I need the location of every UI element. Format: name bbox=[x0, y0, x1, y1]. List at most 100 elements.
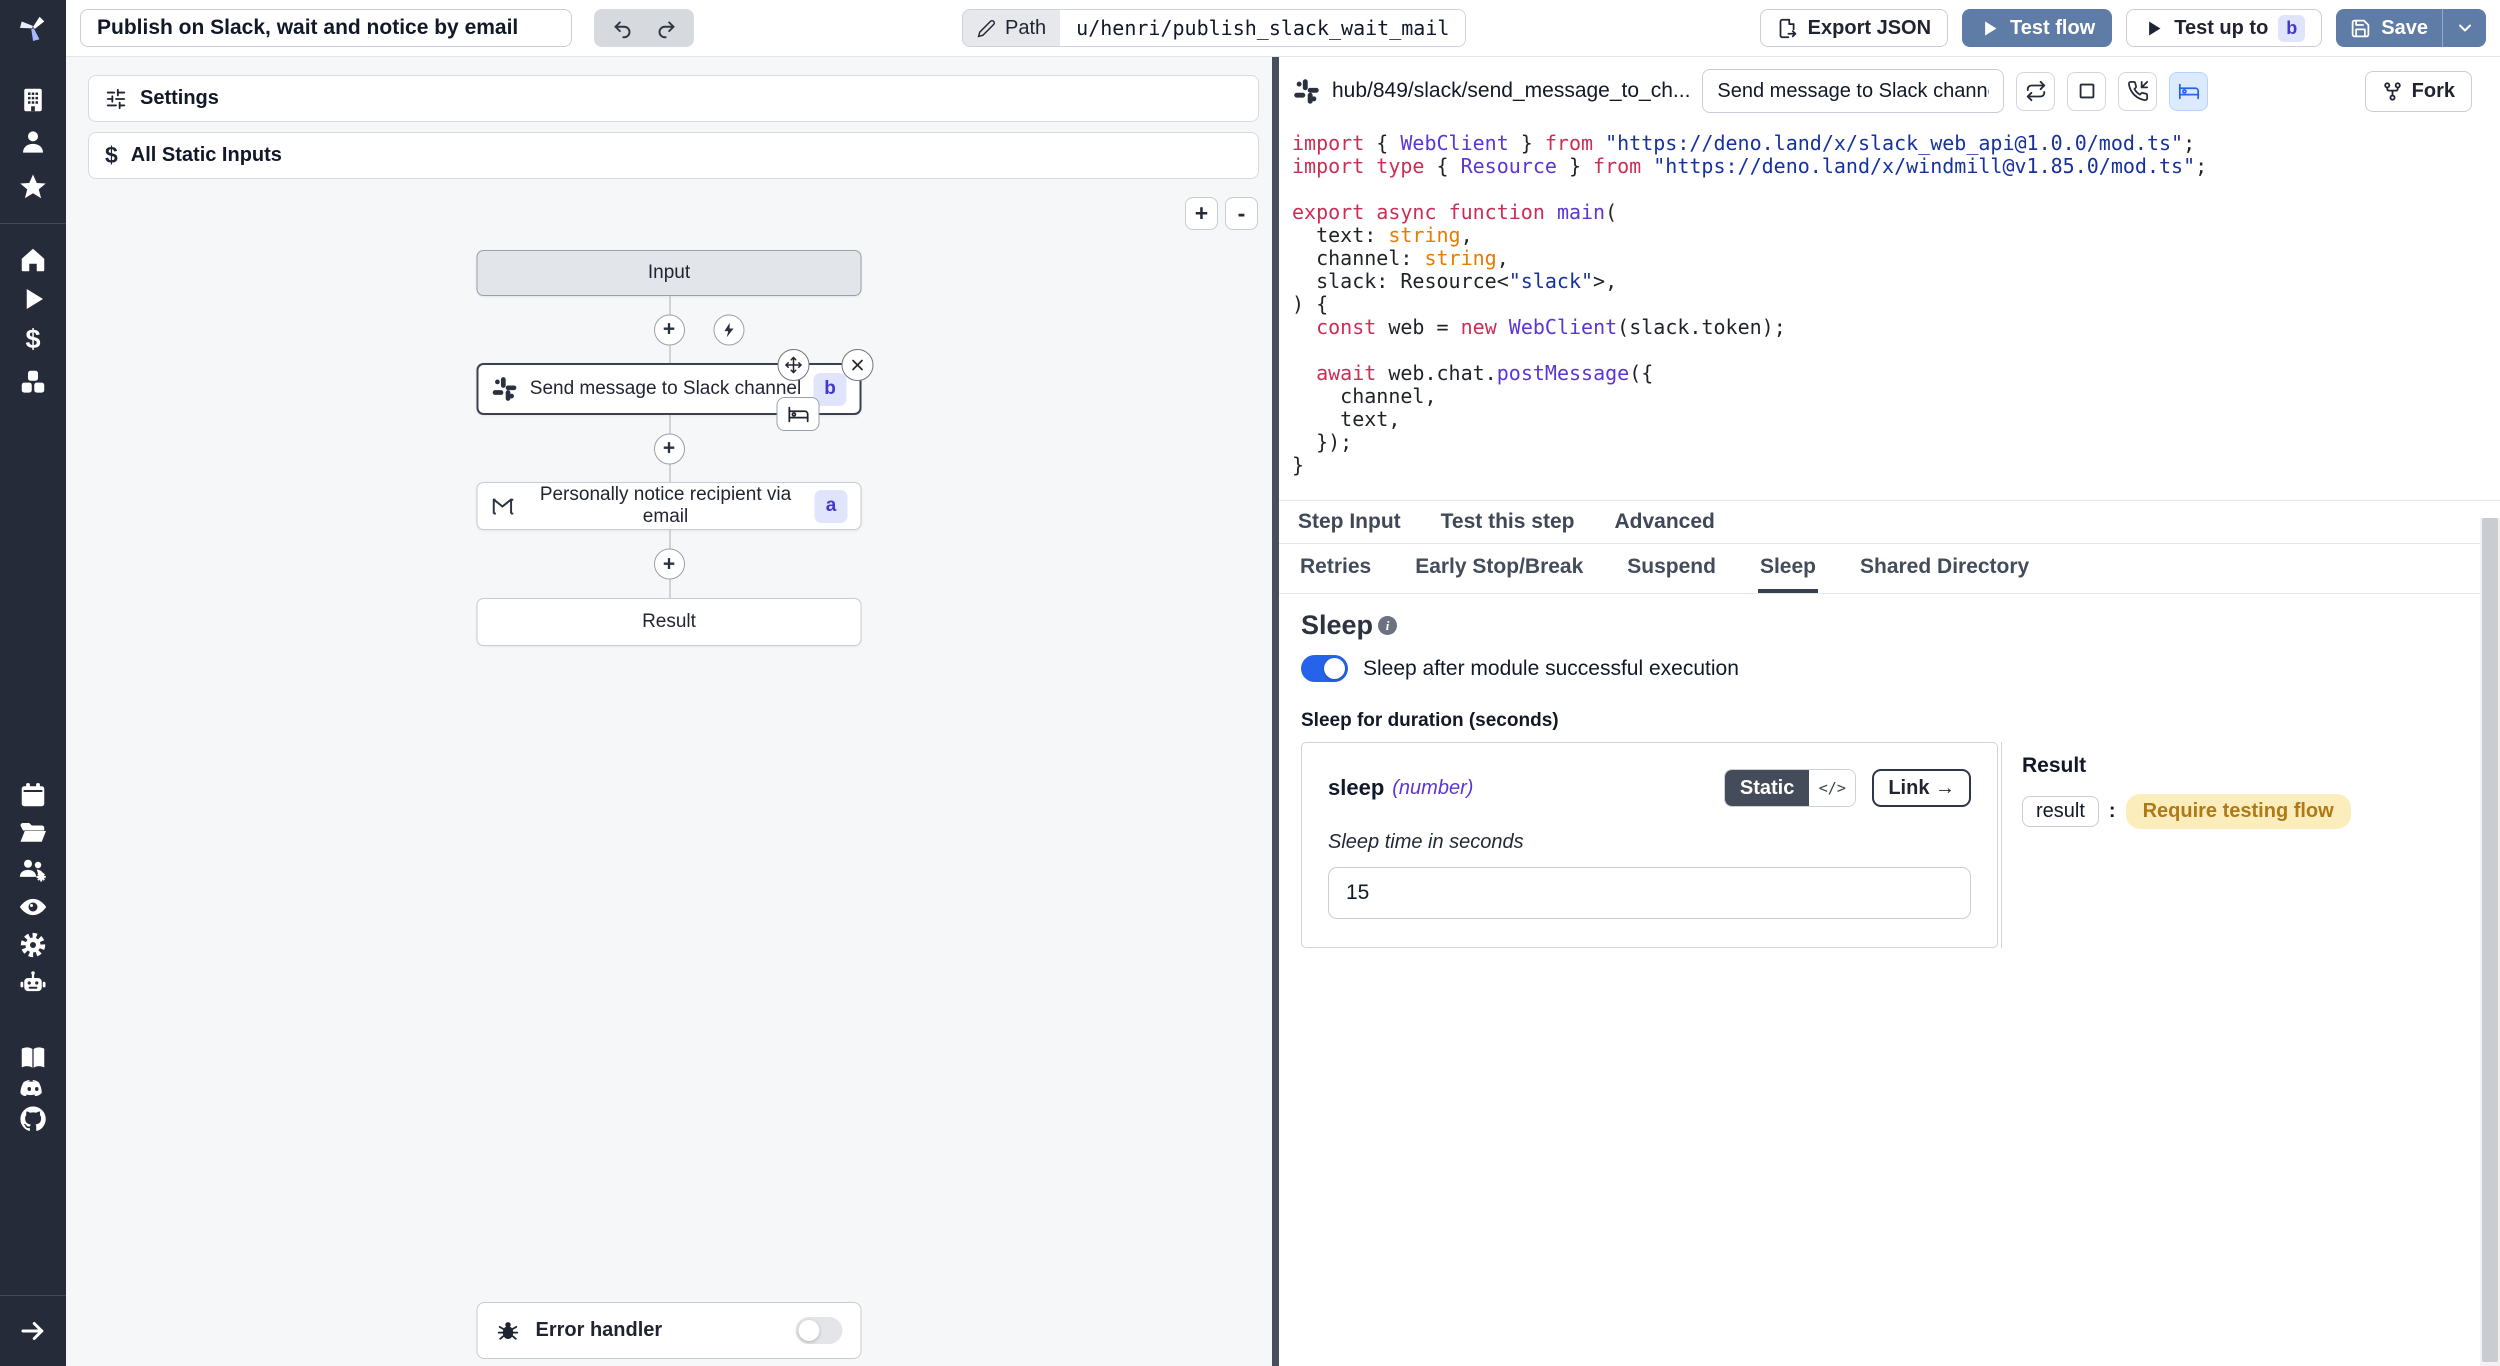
windmill-logo-icon[interactable] bbox=[13, 7, 53, 47]
input-mode-toggle: Static </> bbox=[1724, 769, 1856, 807]
settings-gear-icon[interactable] bbox=[13, 925, 53, 965]
windmill-flow-editor: $ bbox=[0, 0, 2500, 1366]
result-colon: : bbox=[2109, 800, 2116, 823]
result-pane: Result result : Require testing flow bbox=[2001, 742, 2478, 948]
subtab-shared-directory[interactable]: Shared Directory bbox=[1858, 544, 2031, 593]
code-editor-content: import { WebClient } from "https://deno.… bbox=[1292, 132, 2500, 477]
sleep-heading: Sleep bbox=[1301, 610, 1373, 641]
result-key-pill[interactable]: result bbox=[2022, 796, 2099, 827]
fork-button[interactable]: Fork bbox=[2365, 71, 2472, 112]
link-button[interactable]: Link → bbox=[1872, 769, 1971, 807]
hub-script-path: hub/849/slack/send_message_to_ch... bbox=[1332, 79, 1690, 103]
phone-incoming-icon bbox=[2127, 80, 2149, 102]
subtab-early-stop-break[interactable]: Early Stop/Break bbox=[1413, 544, 1585, 593]
sleep-seconds-input[interactable] bbox=[1328, 867, 1971, 919]
field-type: (number) bbox=[1392, 777, 1473, 800]
code-line: ) { bbox=[1292, 293, 2500, 316]
info-icon[interactable]: i bbox=[1378, 616, 1397, 635]
redo-button[interactable] bbox=[644, 12, 688, 44]
dollar-icon: $ bbox=[105, 142, 118, 169]
error-handler-node[interactable]: Error handler bbox=[477, 1302, 862, 1359]
step-summary-input[interactable] bbox=[1702, 69, 2004, 113]
code-editor[interactable]: import { WebClient } from "https://deno.… bbox=[1279, 125, 2500, 500]
home-icon[interactable] bbox=[13, 240, 53, 280]
code-line: const web = new WebClient(slack.token); bbox=[1292, 316, 2500, 339]
path-value-input[interactable]: u/henri/publish_slack_wait_mail bbox=[1060, 10, 1465, 46]
move-step-button[interactable] bbox=[778, 349, 810, 381]
trigger-bolt-button[interactable] bbox=[713, 314, 744, 345]
test-flow-button[interactable]: Test flow bbox=[1962, 9, 2112, 47]
test-up-to-button[interactable]: Test up to b bbox=[2126, 9, 2322, 47]
add-step-button[interactable]: + bbox=[654, 433, 685, 464]
gmail-icon bbox=[491, 493, 517, 519]
slack-step-node[interactable]: Send message to Slack channel b bbox=[477, 363, 862, 415]
variables-dollar-icon[interactable]: $ bbox=[13, 319, 53, 359]
suspend-icon-button[interactable] bbox=[2118, 72, 2157, 111]
folders-icon[interactable] bbox=[13, 813, 53, 853]
repeat-icon bbox=[2025, 80, 2047, 102]
error-handler-toggle[interactable] bbox=[796, 1317, 843, 1344]
scrollbar-thumb[interactable] bbox=[2482, 518, 2498, 1362]
early-stop-icon-button[interactable] bbox=[2067, 72, 2106, 111]
sleep-duration-label: Sleep for duration (seconds) bbox=[1301, 710, 2478, 732]
all-static-inputs-button[interactable]: $ All Static Inputs bbox=[88, 132, 1259, 179]
flow-settings-button[interactable]: Settings bbox=[88, 75, 1259, 122]
flow-input-node[interactable]: Input bbox=[477, 250, 862, 296]
email-step-node[interactable]: Personally notice recipient via email a bbox=[477, 482, 862, 530]
flow-result-node[interactable]: Result bbox=[477, 598, 862, 646]
step-header: hub/849/slack/send_message_to_ch... bbox=[1279, 57, 2500, 125]
static-mode-button[interactable]: Static bbox=[1725, 770, 1809, 806]
workers-robot-icon[interactable] bbox=[13, 963, 53, 1003]
undo-button[interactable] bbox=[600, 12, 644, 44]
sleep-settings-section: Sleep i Sleep after module successful ex… bbox=[1279, 594, 2500, 964]
delete-step-button[interactable] bbox=[842, 349, 874, 381]
save-dropdown-button[interactable] bbox=[2442, 9, 2486, 47]
subtab-sleep[interactable]: Sleep bbox=[1758, 544, 1818, 593]
resources-cubes-icon[interactable] bbox=[13, 362, 53, 402]
save-button[interactable]: Save bbox=[2336, 9, 2442, 47]
step-id-badge: a bbox=[815, 490, 848, 523]
scrollbar[interactable] bbox=[2480, 518, 2500, 1366]
code-line: text: string, bbox=[1292, 224, 2500, 247]
slack-icon bbox=[492, 376, 518, 402]
code-line: await web.chat.postMessage({ bbox=[1292, 362, 2500, 385]
runs-play-icon[interactable] bbox=[13, 279, 53, 319]
retries-icon-button[interactable] bbox=[2016, 72, 2055, 111]
code-line: text, bbox=[1292, 408, 2500, 431]
add-step-button[interactable]: + bbox=[654, 549, 685, 580]
sleep-icon-button[interactable] bbox=[2169, 72, 2208, 111]
collapse-arrow-right-icon[interactable] bbox=[13, 1311, 53, 1351]
code-mode-button[interactable]: </> bbox=[1809, 770, 1855, 806]
github-icon[interactable] bbox=[13, 1099, 53, 1139]
topbar: Path u/henri/publish_slack_wait_mail Exp… bbox=[66, 0, 2500, 57]
lightning-icon bbox=[720, 321, 737, 338]
export-json-button[interactable]: Export JSON bbox=[1760, 9, 1948, 47]
audit-eye-icon[interactable] bbox=[13, 887, 53, 927]
workspace-building-icon[interactable] bbox=[13, 80, 53, 120]
favorites-star-icon[interactable] bbox=[13, 167, 53, 207]
chevron-down-icon bbox=[2455, 18, 2475, 38]
subtab-suspend[interactable]: Suspend bbox=[1625, 544, 1718, 593]
schedules-calendar-icon[interactable] bbox=[13, 775, 53, 815]
slack-icon bbox=[1293, 78, 1320, 105]
add-step-button[interactable]: + bbox=[654, 314, 685, 345]
result-value-badge: Require testing flow bbox=[2126, 794, 2351, 829]
sliders-icon bbox=[105, 88, 127, 110]
panel-splitter[interactable] bbox=[1272, 57, 1279, 1366]
close-icon bbox=[849, 356, 867, 374]
zoom-in-button[interactable]: + bbox=[1185, 197, 1218, 230]
tab-advanced[interactable]: Advanced bbox=[1614, 510, 1714, 534]
play-icon bbox=[2143, 18, 2164, 39]
zoom-out-button[interactable]: - bbox=[1225, 197, 1258, 230]
step-detail-panel: hub/849/slack/send_message_to_ch... bbox=[1279, 57, 2500, 1366]
tab-step-input[interactable]: Step Input bbox=[1298, 510, 1401, 534]
file-export-icon bbox=[1777, 18, 1798, 39]
sleep-enabled-toggle[interactable] bbox=[1301, 655, 1348, 682]
subtab-retries[interactable]: Retries bbox=[1298, 544, 1373, 593]
connector: + bbox=[477, 415, 862, 482]
user-icon[interactable] bbox=[13, 122, 53, 162]
tab-test-this-step[interactable]: Test this step bbox=[1441, 510, 1575, 534]
code-line: slack: Resource<"slack">, bbox=[1292, 270, 2500, 293]
groups-users-gear-icon[interactable] bbox=[13, 850, 53, 890]
flow-title-input[interactable] bbox=[80, 9, 572, 47]
